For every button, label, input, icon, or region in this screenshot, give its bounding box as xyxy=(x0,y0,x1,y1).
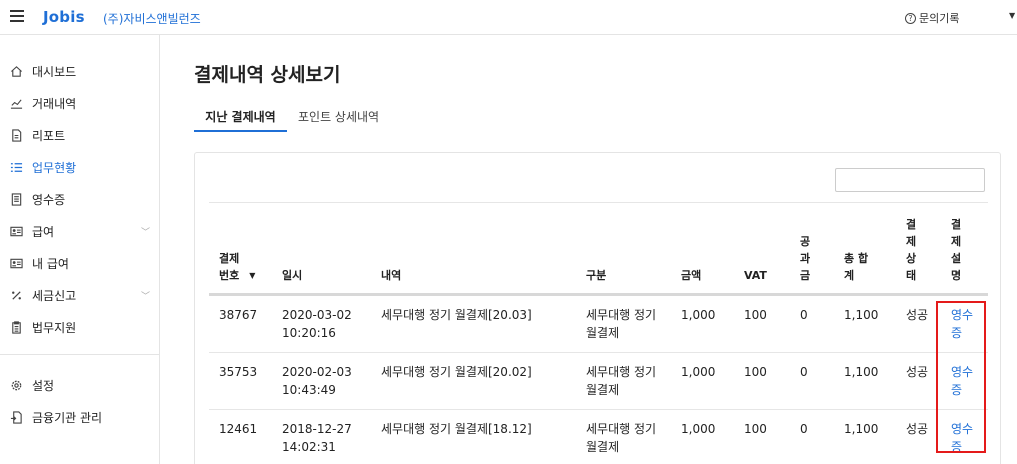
payment-history-card: 결제 번호 ▼ 일시 내역 구분 금액 VAT 공 과 금 총 합 계 결 제 상… xyxy=(194,152,1001,464)
sidebar-divider xyxy=(0,354,159,355)
cell-amount: 1,000 xyxy=(671,409,734,464)
sidebar-item-label: 법무지원 xyxy=(32,320,77,335)
cell-total: 1,100 xyxy=(834,409,896,464)
sidebar-item-label: 업무현황 xyxy=(32,160,77,175)
card-divider xyxy=(209,202,988,203)
header-payment-number[interactable]: 결제 번호 ▼ xyxy=(209,210,272,296)
sidebar-item-label: 영수증 xyxy=(32,192,66,207)
cell-description: 세무대행 정기 월결제[20.02] xyxy=(371,352,576,410)
sidebar-item-tax-filing[interactable]: 세금신고 ﹀ xyxy=(0,281,159,309)
sidebar-item-financial-institutions[interactable]: 금융기관 관리 xyxy=(0,403,159,431)
sidebar-item-label: 급여 xyxy=(32,224,55,239)
cell-payment-number: 12461 xyxy=(209,409,272,464)
table-row: 35753 2020-02-03 10:43:49 세무대행 정기 월결제[20… xyxy=(209,352,988,410)
header-total: 총 합 계 xyxy=(834,210,896,296)
home-icon xyxy=(9,64,23,78)
cell-utility: 0 xyxy=(790,409,834,464)
cell-utility: 0 xyxy=(790,352,834,410)
company-name[interactable]: (주)자비스앤빌런즈 xyxy=(103,10,201,27)
sort-down-icon[interactable]: ▼ xyxy=(249,267,255,284)
cell-type: 세무대행 정기 월결제 xyxy=(576,409,671,464)
receipt-link[interactable]: 영수 증 xyxy=(941,294,988,353)
cell-description: 세무대행 정기 월결제[18.12] xyxy=(371,409,576,464)
cell-amount: 1,000 xyxy=(671,294,734,353)
header-type: 구분 xyxy=(576,210,671,296)
cell-amount: 1,000 xyxy=(671,352,734,410)
cell-description: 세무대행 정기 월결제[20.03] xyxy=(371,294,576,353)
header-description: 내역 xyxy=(371,210,576,296)
sidebar-item-report[interactable]: 리포트 xyxy=(0,121,159,149)
cell-datetime: 2020-03-02 10:20:16 xyxy=(272,294,371,353)
sidebar-item-my-salary[interactable]: 내 급여 xyxy=(0,249,159,277)
document-link-icon xyxy=(9,410,23,424)
caret-down-icon[interactable]: ▼ xyxy=(1009,11,1015,20)
sidebar-item-legal-support[interactable]: 법무지원 xyxy=(0,313,159,341)
top-bar: Jobis (주)자비스앤빌런즈 ? 문의기록 ▼ xyxy=(0,0,1017,35)
percent-icon xyxy=(9,288,23,302)
header-utility: 공 과 금 xyxy=(790,210,834,296)
sidebar-item-label: 대시보드 xyxy=(32,64,77,79)
cell-vat: 100 xyxy=(734,294,790,353)
clipboard-icon xyxy=(9,320,23,334)
header-datetime: 일시 xyxy=(272,210,371,296)
search-input[interactable] xyxy=(835,168,985,192)
sidebar-item-label: 리포트 xyxy=(32,128,66,143)
cell-status: 성공 xyxy=(896,352,941,410)
tab-point-details[interactable]: 포인트 상세내역 xyxy=(298,104,398,132)
sidebar-item-work-status[interactable]: 업무현황 xyxy=(0,153,159,181)
sidebar-item-salary[interactable]: 급여 ﹀ xyxy=(0,217,159,245)
receipt-link[interactable]: 영수 증 xyxy=(941,352,988,410)
table-row: 38767 2020-03-02 10:20:16 세무대행 정기 월결제[20… xyxy=(209,294,988,353)
payment-table: 결제 번호 ▼ 일시 내역 구분 금액 VAT 공 과 금 총 합 계 결 제 상… xyxy=(209,210,988,464)
receipt-link[interactable]: 영수 증 xyxy=(941,409,988,464)
question-circle-icon: ? xyxy=(905,12,916,24)
sidebar: 대시보드 거래내역 리포트 업무현황 영수증 급여 ﹀ 내 급여 세금신고 ﹀ … xyxy=(0,35,160,464)
cell-type: 세무대행 정기 월결제 xyxy=(576,352,671,410)
cell-utility: 0 xyxy=(790,294,834,353)
id-card-icon xyxy=(9,256,23,270)
sidebar-item-settings[interactable]: 설정 xyxy=(0,371,159,399)
chart-line-icon xyxy=(9,96,23,110)
cell-type: 세무대행 정기 월결제 xyxy=(576,294,671,353)
inquiry-link[interactable]: ? 문의기록 xyxy=(905,10,959,26)
header-amount: 금액 xyxy=(671,210,734,296)
cell-vat: 100 xyxy=(734,409,790,464)
sidebar-item-label: 내 급여 xyxy=(32,256,69,271)
cell-datetime: 2018-12-27 14:02:31 xyxy=(272,409,371,464)
sidebar-item-label: 금융기관 관리 xyxy=(32,410,103,425)
logo[interactable]: Jobis xyxy=(43,8,85,26)
cell-total: 1,100 xyxy=(834,352,896,410)
header-payment-receipt: 결 제 설 명 xyxy=(941,210,988,296)
cell-datetime: 2020-02-03 10:43:49 xyxy=(272,352,371,410)
page-title: 결제내역 상세보기 xyxy=(194,64,341,86)
document-icon xyxy=(9,128,23,142)
table-header-row: 결제 번호 ▼ 일시 내역 구분 금액 VAT 공 과 금 총 합 계 결 제 상… xyxy=(209,210,988,296)
sidebar-item-dashboard[interactable]: 대시보드 xyxy=(0,57,159,85)
receipt-icon xyxy=(9,192,23,206)
cell-vat: 100 xyxy=(734,352,790,410)
header-vat: VAT xyxy=(734,210,790,296)
cell-status: 성공 xyxy=(896,409,941,464)
cell-total: 1,100 xyxy=(834,294,896,353)
menu-icon[interactable] xyxy=(10,10,24,24)
sidebar-item-transactions[interactable]: 거래내역 xyxy=(0,89,159,117)
cell-status: 성공 xyxy=(896,294,941,353)
sidebar-item-receipts[interactable]: 영수증 xyxy=(0,185,159,213)
sidebar-item-label: 거래내역 xyxy=(32,96,77,111)
sidebar-item-label: 세금신고 xyxy=(32,288,77,303)
sidebar-item-label: 설정 xyxy=(32,378,55,393)
cell-payment-number: 38767 xyxy=(209,294,272,353)
table-row: 12461 2018-12-27 14:02:31 세무대행 정기 월결제[18… xyxy=(209,409,988,464)
cell-payment-number: 35753 xyxy=(209,352,272,410)
chevron-down-icon: ﹀ xyxy=(141,291,151,302)
header-payment-status: 결 제 상 태 xyxy=(896,210,941,296)
tab-past-payments[interactable]: 지난 결제내역 xyxy=(194,104,287,132)
chevron-down-icon: ﹀ xyxy=(141,227,151,238)
gear-icon xyxy=(9,378,23,392)
inquiry-label: 문의기록 xyxy=(919,12,960,25)
id-card-icon xyxy=(9,224,23,238)
list-icon xyxy=(9,160,23,174)
